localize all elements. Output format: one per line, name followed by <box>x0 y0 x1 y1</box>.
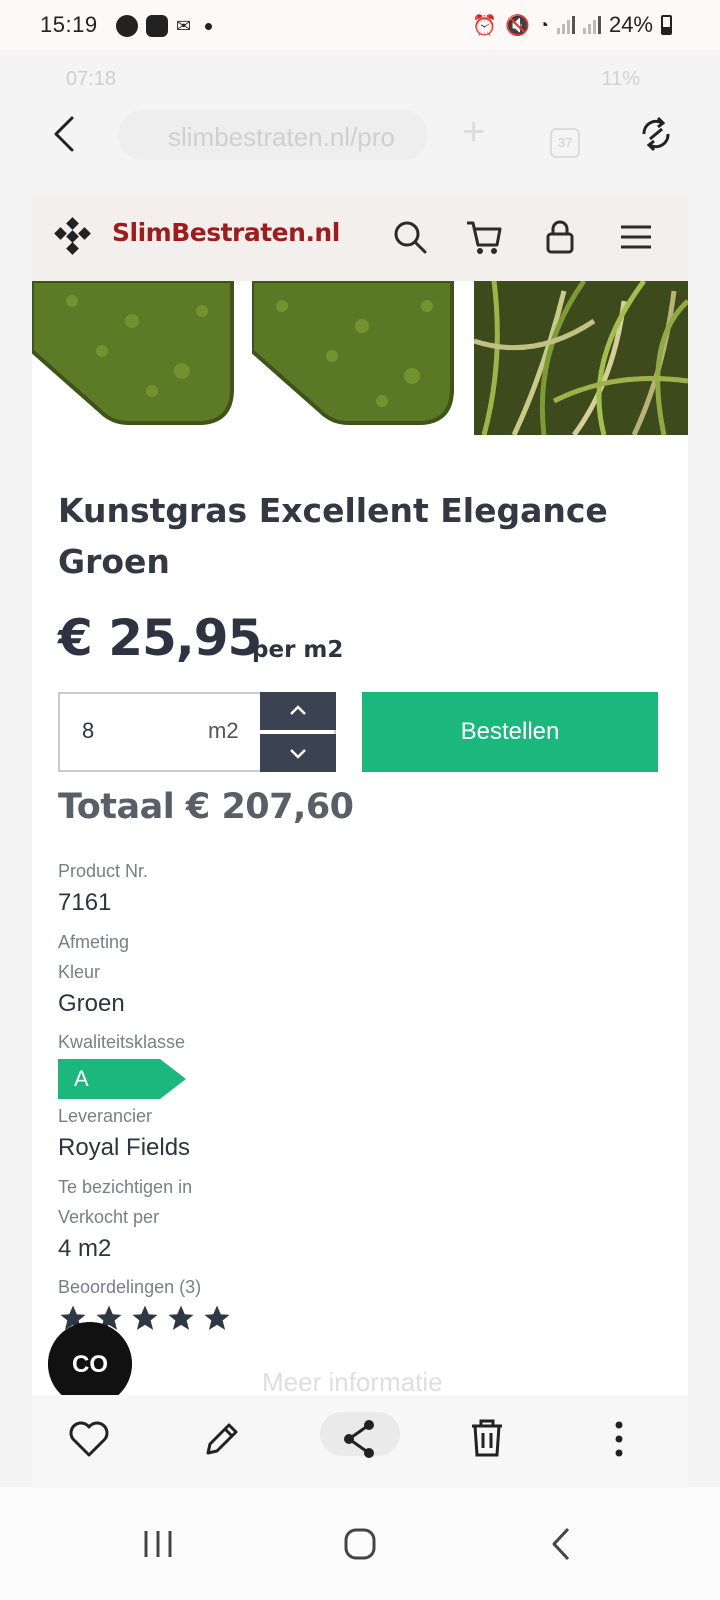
mute-icon: 🔇 <box>505 14 531 37</box>
product-image-3[interactable] <box>474 281 688 435</box>
back-icon[interactable] <box>538 1521 586 1567</box>
battery-icon <box>661 15 672 35</box>
afmeting-label: Afmeting <box>58 932 130 952</box>
site-header: SlimBestraten.nl <box>32 195 688 281</box>
chat-button-label: CO <box>72 1351 108 1378</box>
trash-icon[interactable] <box>462 1413 512 1465</box>
product-nr-label: Product Nr. <box>58 861 149 881</box>
price-unit: per m2 <box>252 637 344 663</box>
kleur-label: Kleur <box>58 962 101 982</box>
webpage: SlimBestraten.nl Kunstgras Excellent Ele… <box>32 195 688 1395</box>
star-icon <box>132 1305 158 1330</box>
search-icon[interactable] <box>390 217 430 257</box>
quality-class-badge: A <box>58 1059 186 1099</box>
ghost-url-bar: slimbestraten.nl/pro <box>118 110 428 160</box>
pencil-icon[interactable] <box>196 1413 246 1465</box>
total-price: Totaal € 207,60 <box>58 787 354 827</box>
ghost-new-tab-icon: + <box>462 110 486 154</box>
bezichtigen-label: Te bezichtigen in <box>58 1177 193 1197</box>
lock-icon[interactable] <box>540 217 580 257</box>
home-icon[interactable] <box>336 1521 384 1567</box>
verkocht-label: Verkocht per <box>58 1207 160 1227</box>
signal-icon-2 <box>582 16 601 34</box>
ghost-time: 07:18 <box>66 68 117 90</box>
ghost-tab-count: 37 <box>550 128 580 158</box>
wifi-icon: ◔ <box>538 14 549 35</box>
alarm-icon: ⏰ <box>472 14 498 37</box>
brand-name[interactable]: SlimBestraten.nl <box>112 218 340 247</box>
cart-icon[interactable] <box>464 217 504 257</box>
menu-icon[interactable] <box>616 217 656 257</box>
quantity-unit: m2 <box>208 718 239 743</box>
more-icon[interactable] <box>594 1413 644 1465</box>
product-nr-value: 7161 <box>58 889 112 916</box>
leverancier-label: Leverancier <box>58 1106 153 1126</box>
order-button[interactable]: Bestellen <box>362 692 658 772</box>
logo-icon <box>54 217 91 255</box>
product-image-2[interactable] <box>252 281 454 435</box>
share-icon[interactable] <box>335 1413 385 1465</box>
status-bar: 15:19 ✉ ⏰ 🔇 ◔ 24% <box>0 0 720 50</box>
ghost-screenshot: 07:18 11% slimbestraten.nl/pro + 37 <box>0 50 720 195</box>
reviews-label[interactable]: Beoordelingen (3) <box>58 1277 201 1298</box>
star-icon <box>204 1305 230 1330</box>
quantity-decrement-button[interactable] <box>260 734 336 772</box>
recents-icon[interactable] <box>134 1521 182 1567</box>
rotate-icon[interactable] <box>636 112 676 156</box>
ghost-battery: 11% <box>601 68 640 90</box>
mail-icon: ✉ <box>176 16 192 36</box>
navigation-bar <box>0 1487 720 1600</box>
app-notification-icon <box>116 15 138 37</box>
gallery-notification-icon <box>146 15 168 37</box>
back-arrow-icon[interactable] <box>44 112 84 156</box>
signal-icon <box>556 16 575 34</box>
ghost-url-text: slimbestraten.nl/pro <box>168 122 395 152</box>
star-icon <box>168 1305 194 1330</box>
product-title: Kunstgras Excellent Elegance Groen <box>58 491 608 581</box>
kleur-value: Groen <box>58 990 125 1017</box>
quality-class-value: A <box>74 1066 89 1091</box>
chat-button[interactable]: CO <box>48 1322 132 1406</box>
more-info-link[interactable]: Meer informatie <box>262 1367 443 1395</box>
leverancier-value: Royal Fields <box>58 1134 191 1161</box>
quantity-value[interactable]: 8 <box>82 718 94 744</box>
product-image-1[interactable] <box>32 281 234 435</box>
quantity-increment-button[interactable] <box>260 692 336 730</box>
battery-percent: 24% <box>608 12 653 37</box>
status-time: 15:19 <box>40 12 98 37</box>
product-gallery[interactable] <box>32 281 688 435</box>
kwaliteit-label: Kwaliteitsklasse <box>58 1032 186 1052</box>
more-notifications-icon <box>205 22 213 30</box>
product-price: € 25,95 <box>58 609 262 667</box>
heart-icon[interactable] <box>64 1413 114 1465</box>
verkocht-value: 4 m2 <box>58 1235 112 1262</box>
screen: 15:19 ✉ ⏰ 🔇 ◔ 24% 07:18 11% slimbestrate… <box>0 0 720 1600</box>
